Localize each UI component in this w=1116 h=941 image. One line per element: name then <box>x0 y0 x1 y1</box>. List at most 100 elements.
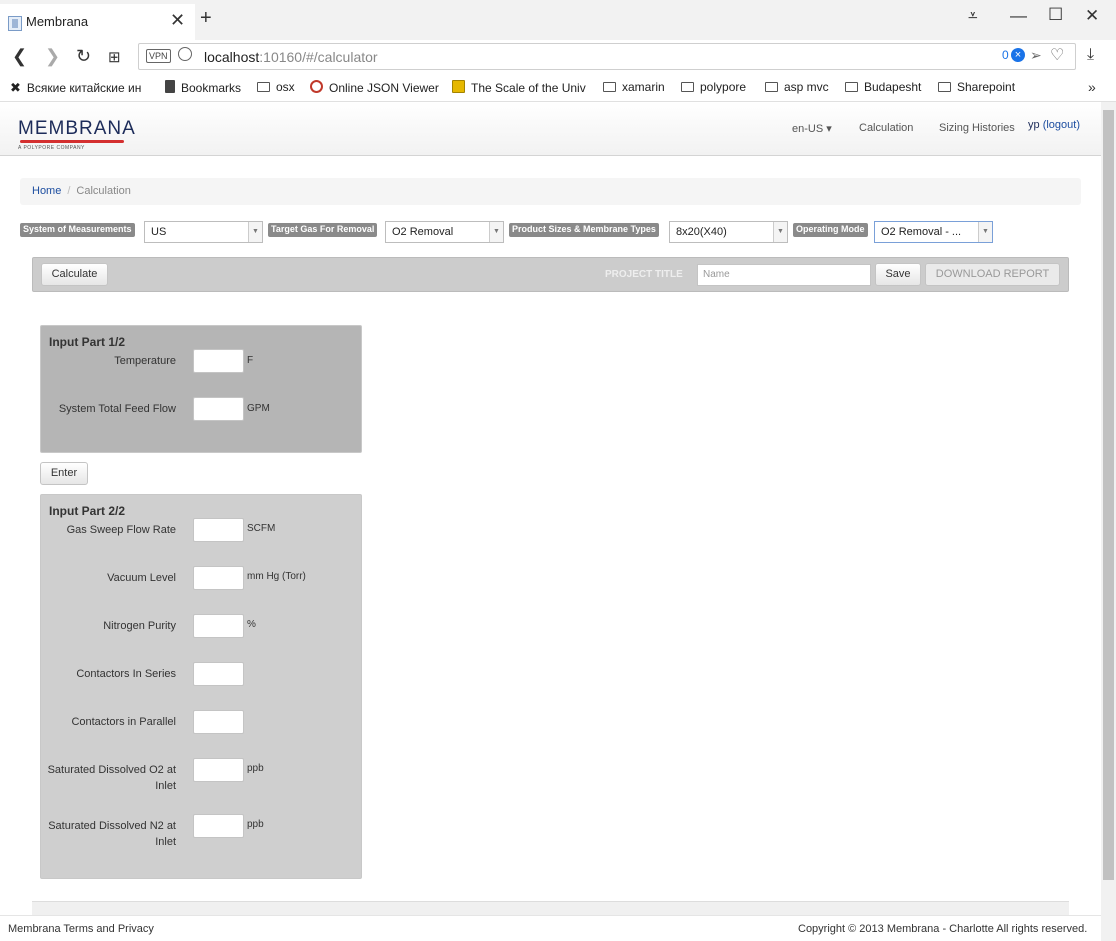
breadcrumb-home[interactable]: Home <box>32 185 61 197</box>
tab-menu-icon[interactable]: ⩡ <box>968 6 978 26</box>
breadcrumb: Home / Calculation <box>20 178 1081 205</box>
bookmark-item[interactable]: asp mvc <box>765 80 829 94</box>
calculate-button[interactable]: Calculate <box>41 263 108 286</box>
input-part-2-panel: Input Part 2/2 Gas Sweep Flow Rate SCFM … <box>40 494 362 879</box>
dissolved-n2-input[interactable] <box>193 814 244 838</box>
speed-dial-icon[interactable]: ⊞ <box>108 48 121 66</box>
breadcrumb-current: Calculation <box>76 185 131 197</box>
vacuum-level-label: Vacuum Level <box>107 572 176 584</box>
more-bookmarks-icon[interactable]: » <box>1088 79 1096 95</box>
url-text[interactable]: localhost:10160/#/calculator <box>204 49 378 65</box>
send-icon[interactable]: ➢ <box>1030 47 1042 64</box>
language-dropdown[interactable]: en-US ▾ <box>792 122 832 135</box>
bookmark-item[interactable]: polypore <box>681 80 746 94</box>
membrana-logo[interactable]: MEMBRANA A POLYPORE COMPANY <box>18 118 136 151</box>
bookmark-item[interactable]: osx <box>257 80 295 94</box>
folder-icon <box>257 82 270 92</box>
maximize-icon[interactable]: ☐ <box>1048 5 1063 25</box>
bookmark-heart-icon[interactable]: ♡ <box>1050 45 1064 65</box>
measurement-label: System of Measurements <box>20 223 135 237</box>
adblock-icon[interactable]: × <box>1011 48 1025 62</box>
terms-link[interactable]: Membrana Terms and Privacy <box>8 923 154 935</box>
forward-icon[interactable]: ❯ <box>45 46 60 67</box>
contactors-series-label: Contactors In Series <box>76 668 176 680</box>
contactors-series-input[interactable] <box>193 662 244 686</box>
close-window-icon[interactable]: ✕ <box>1085 6 1099 26</box>
page-favicon-icon <box>8 16 22 31</box>
operating-mode-label: Operating Mode <box>793 223 868 237</box>
copyright-text: Copyright © 2013 Membrana - Charlotte Al… <box>798 923 1088 935</box>
product-sizes-select[interactable]: 8x20(X40) ▼ <box>669 221 788 243</box>
dissolved-o2-label: Saturated Dissolved O2 at Inlet <box>47 764 176 792</box>
nav-calculation[interactable]: Calculation <box>859 122 913 134</box>
product-sizes-label: Product Sizes & Membrane Types <box>509 223 659 237</box>
site-navbar: MEMBRANA A POLYPORE COMPANY en-US ▾ Calc… <box>0 102 1101 156</box>
chevron-down-icon: ▼ <box>773 222 787 242</box>
project-title-label: PROJECT TITLE <box>605 269 683 280</box>
vacuum-level-unit: mm Hg (Torr) <box>247 571 306 582</box>
tab-title: Membrana <box>26 14 89 29</box>
measurement-select[interactable]: US ▼ <box>144 221 263 243</box>
temperature-input[interactable] <box>193 349 244 373</box>
folder-icon <box>938 82 951 92</box>
logo-swoosh <box>20 140 124 143</box>
panel-title: Input Part 1/2 <box>49 335 126 349</box>
folder-icon <box>603 82 616 92</box>
nav-sizing-histories[interactable]: Sizing Histories <box>939 122 1015 134</box>
vacuum-level-input[interactable] <box>193 566 244 590</box>
feed-flow-label: System Total Feed Flow <box>58 403 176 415</box>
sweep-flow-input[interactable] <box>193 518 244 542</box>
contactors-parallel-input[interactable] <box>193 710 244 734</box>
page-viewport: MEMBRANA A POLYPORE COMPANY en-US ▾ Calc… <box>0 102 1101 915</box>
contactors-parallel-label: Contactors in Parallel <box>71 716 176 728</box>
nitrogen-purity-input[interactable] <box>193 614 244 638</box>
scrollbar-thumb[interactable] <box>1103 110 1114 880</box>
page-footer: Membrana Terms and Privacy Copyright © 2… <box>0 915 1101 941</box>
new-tab-icon[interactable]: + <box>200 8 212 28</box>
chevron-down-icon: ▼ <box>248 222 262 242</box>
file-icon <box>165 80 175 93</box>
tools-icon: ✖ <box>10 80 21 95</box>
download-icon[interactable]: ⤓ <box>1087 46 1094 64</box>
sweep-flow-unit: SCFM <box>247 523 276 534</box>
bookmark-item[interactable]: ✖ Всякие китайские ин <box>10 80 141 96</box>
save-button[interactable]: Save <box>875 263 921 286</box>
dissolved-n2-unit: ppb <box>247 819 264 830</box>
scale-icon <box>452 80 465 93</box>
nitrogen-purity-unit: % <box>247 619 256 630</box>
back-icon[interactable]: ❮ <box>12 46 27 67</box>
operating-mode-select[interactable]: O2 Removal - ... ▼ <box>874 221 993 243</box>
user-menu: yp (logout) <box>1028 119 1080 131</box>
bookmark-item[interactable]: xamarin <box>603 80 665 94</box>
logout-link[interactable]: (logout) <box>1043 119 1080 131</box>
bookmark-item[interactable]: Bookmarks <box>165 80 241 95</box>
minimize-icon[interactable]: — <box>1010 6 1027 26</box>
close-tab-icon[interactable]: ✕ <box>170 10 185 30</box>
site-info-icon[interactable] <box>178 47 192 61</box>
panel-title: Input Part 2/2 <box>49 504 126 518</box>
folder-icon <box>681 82 694 92</box>
download-report-button[interactable]: DOWNLOAD REPORT <box>925 263 1060 286</box>
browser-tab[interactable]: Membrana ✕ <box>0 4 195 40</box>
bookmark-item[interactable]: The Scale of the Univ <box>452 80 586 95</box>
temperature-label: Temperature <box>114 355 176 367</box>
enter-button[interactable]: Enter <box>40 462 88 485</box>
project-name-input[interactable]: Name <box>697 264 871 286</box>
chevron-down-icon: ▼ <box>489 222 503 242</box>
sweep-flow-label: Gas Sweep Flow Rate <box>66 524 176 536</box>
bookmark-item[interactable]: Sharepoint <box>938 80 1015 94</box>
adblock-count[interactable]: 0 <box>1002 48 1009 62</box>
reload-icon[interactable]: ↻ <box>76 46 91 67</box>
vpn-badge[interactable]: VPN <box>146 49 171 63</box>
target-gas-select[interactable]: O2 Removal ▼ <box>385 221 504 243</box>
breadcrumb-separator: / <box>67 185 71 197</box>
folder-icon <box>765 82 778 92</box>
feed-flow-input[interactable] <box>193 397 244 421</box>
bookmark-item[interactable]: Online JSON Viewer <box>310 80 439 95</box>
target-gas-label: Target Gas For Removal <box>268 223 378 237</box>
feed-flow-unit: GPM <box>247 403 270 414</box>
chevron-down-icon: ▼ <box>978 222 992 242</box>
action-toolbar: Calculate PROJECT TITLE Name Save DOWNLO… <box>32 257 1069 292</box>
dissolved-o2-input[interactable] <box>193 758 244 782</box>
bookmark-item[interactable]: Budapesht <box>845 80 921 94</box>
